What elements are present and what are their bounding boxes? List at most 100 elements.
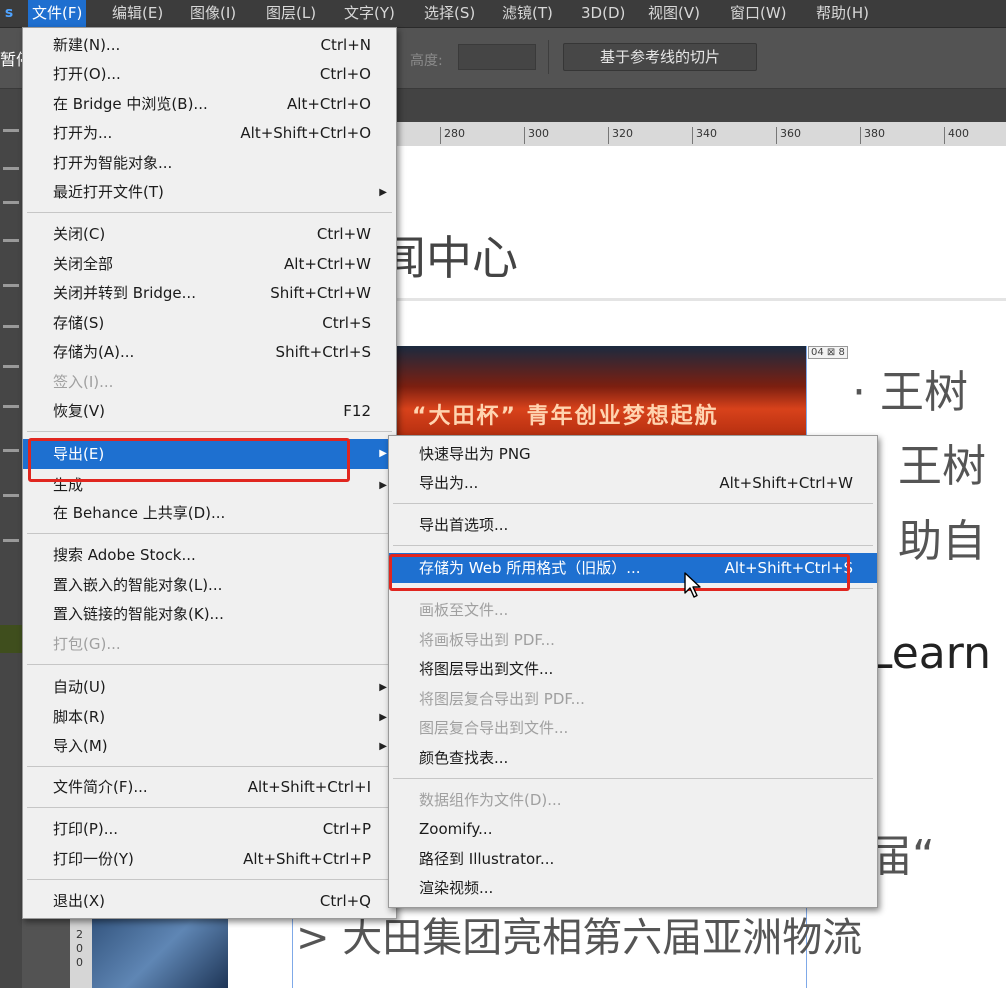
menu-item-layer-comps-to-pdf: 将图层复合导出到 PDF...	[389, 685, 877, 714]
canvas-text-line: Learn	[868, 628, 991, 679]
menu-item-label: 将图层导出到文件...	[419, 660, 554, 678]
menu-item-close[interactable]: 关闭(C) Ctrl+W	[23, 220, 396, 249]
menu-item-color-lookup-tables[interactable]: 颜色查找表...	[389, 744, 877, 773]
tool-icon[interactable]	[3, 539, 19, 542]
menu-item-exit[interactable]: 退出(X) Ctrl+Q	[23, 887, 396, 916]
menu-item-shortcut: Alt+Shift+Ctrl+P	[243, 850, 371, 868]
menu-item-label: 自动(U)	[53, 678, 106, 696]
menu-item-browse-bridge[interactable]: 在 Bridge 中浏览(B)... Alt+Ctrl+O	[23, 90, 396, 119]
menu-item-label: 置入链接的智能对象(K)...	[53, 605, 224, 623]
menu-item-label: 导出为...	[419, 474, 479, 492]
tool-icon[interactable]	[3, 405, 19, 408]
ruler-tick: 360	[776, 127, 801, 144]
menu-item-label: 在 Bridge 中浏览(B)...	[53, 95, 208, 113]
vruler-tick: 0	[76, 956, 83, 969]
menu-item-revert[interactable]: 恢复(V) F12	[23, 397, 396, 426]
canvas-text-line: 王树	[898, 441, 986, 492]
menu-item-automate[interactable]: 自动(U) ▶	[23, 673, 396, 702]
menu-item-export-as[interactable]: 导出为... Alt+Shift+Ctrl+W	[389, 469, 877, 498]
menu-edit[interactable]: 编辑(E)	[108, 0, 167, 27]
menu-separator	[27, 212, 392, 213]
menu-item-label: 新建(N)...	[53, 36, 121, 54]
menu-item-label: 在 Behance 上共享(D)...	[53, 504, 226, 522]
menu-item-close-go-bridge[interactable]: 关闭并转到 Bridge... Shift+Ctrl+W	[23, 279, 396, 308]
menu-item-place-linked[interactable]: 置入链接的智能对象(K)...	[23, 600, 396, 629]
menu-item-export-preferences[interactable]: 导出首选项...	[389, 511, 877, 540]
tool-icon[interactable]	[3, 239, 19, 242]
ruler-tick: 380	[860, 127, 885, 144]
height-input[interactable]	[458, 44, 536, 70]
menu-layer[interactable]: 图层(L)	[262, 0, 320, 27]
menu-item-label: 打印一份(Y)	[53, 850, 134, 868]
menu-item-file-info[interactable]: 文件简介(F)... Alt+Shift+Ctrl+I	[23, 773, 396, 802]
annotation-box-save-for-web	[389, 554, 850, 591]
menu-item-place-embedded[interactable]: 置入嵌入的智能对象(L)...	[23, 571, 396, 600]
menu-separator	[27, 431, 392, 432]
menu-item-save[interactable]: 存储(S) Ctrl+S	[23, 309, 396, 338]
photoshop-logo-icon: s	[4, 5, 14, 21]
tool-icon[interactable]	[3, 365, 19, 368]
menu-separator	[27, 533, 392, 534]
menu-item-layers-to-files[interactable]: 将图层导出到文件...	[389, 655, 877, 684]
menu-item-shortcut: Ctrl+Q	[319, 892, 371, 910]
slices-from-guides-button[interactable]: 基于参考线的切片	[563, 43, 757, 71]
menu-item-open-smart-object[interactable]: 打开为智能对象...	[23, 149, 396, 178]
menu-item-open-as[interactable]: 打开为... Alt+Shift+Ctrl+O	[23, 119, 396, 148]
menu-window[interactable]: 窗口(W)	[726, 0, 791, 27]
ruler-tick: 280	[440, 127, 465, 144]
menu-item-label: 路径到 Illustrator...	[419, 850, 555, 868]
menu-type[interactable]: 文字(Y)	[340, 0, 399, 27]
menu-item-share-behance[interactable]: 在 Behance 上共享(D)...	[23, 499, 396, 528]
menu-item-label: 将画板导出到 PDF...	[419, 631, 555, 649]
menu-item-label: 打开(O)...	[53, 65, 121, 83]
menu-help[interactable]: 帮助(H)	[812, 0, 873, 27]
menu-file[interactable]: 文件(F)	[28, 0, 87, 27]
menu-item-paths-to-illustrator[interactable]: 路径到 Illustrator...	[389, 845, 877, 874]
slice-badge: 04 ⊠ 8	[808, 346, 848, 359]
menu-item-close-all[interactable]: 关闭全部 Alt+Ctrl+W	[23, 250, 396, 279]
menu-item-label: 画板至文件...	[419, 601, 509, 619]
menu-item-shortcut: Ctrl+P	[322, 820, 371, 838]
tool-icon[interactable]	[3, 167, 19, 170]
menu-item-render-video[interactable]: 渲染视频...	[389, 874, 877, 903]
menu-bar: s 文件(F) 编辑(E) 图像(I) 图层(L) 文字(Y) 选择(S) 滤镜…	[0, 0, 1006, 28]
menu-item-quick-export-png[interactable]: 快速导出为 PNG	[389, 440, 877, 469]
menu-item-new[interactable]: 新建(N)... Ctrl+N	[23, 31, 396, 60]
tool-icon[interactable]	[3, 325, 19, 328]
menu-view[interactable]: 视图(V)	[644, 0, 704, 27]
menu-separator	[27, 807, 392, 808]
tool-icon[interactable]	[3, 129, 19, 132]
menu-item-scripts[interactable]: 脚本(R) ▶	[23, 703, 396, 732]
menu-item-save-as[interactable]: 存储为(A)... Shift+Ctrl+S	[23, 338, 396, 367]
menu-item-import[interactable]: 导入(M) ▶	[23, 732, 396, 761]
canvas-divider	[396, 298, 1006, 301]
menu-item-label: 快速导出为 PNG	[419, 445, 531, 463]
menu-item-label: 退出(X)	[53, 892, 105, 910]
tool-icon[interactable]	[3, 284, 19, 287]
tool-icon[interactable]	[3, 494, 19, 497]
menu-item-open[interactable]: 打开(O)... Ctrl+O	[23, 60, 396, 89]
menu-image[interactable]: 图像(I)	[186, 0, 240, 27]
annotation-box-export	[28, 438, 350, 482]
menu-item-label: 最近打开文件(T)	[53, 183, 164, 201]
menu-item-shortcut: Alt+Ctrl+W	[284, 255, 371, 273]
menu-item-shortcut: Ctrl+N	[320, 36, 371, 54]
menu-item-label: 关闭并转到 Bridge...	[53, 284, 196, 302]
tool-icon[interactable]	[3, 449, 19, 452]
menu-item-label: 颜色查找表...	[419, 749, 509, 767]
menu-3d[interactable]: 3D(D)	[577, 0, 629, 27]
menu-item-print[interactable]: 打印(P)... Ctrl+P	[23, 815, 396, 844]
menu-select[interactable]: 选择(S)	[420, 0, 479, 27]
mouse-cursor-icon	[684, 572, 701, 598]
menu-filter[interactable]: 滤镜(T)	[498, 0, 557, 27]
menu-item-zoomify[interactable]: Zoomify...	[389, 815, 877, 844]
canvas-text-line: 助自	[898, 516, 986, 567]
tool-icon[interactable]	[3, 201, 19, 204]
menu-item-recent-files[interactable]: 最近打开文件(T) ▶	[23, 178, 396, 207]
menu-item-print-one-copy[interactable]: 打印一份(Y) Alt+Shift+Ctrl+P	[23, 845, 396, 874]
menu-item-search-stock[interactable]: 搜索 Adobe Stock...	[23, 541, 396, 570]
menu-item-label: 置入嵌入的智能对象(L)...	[53, 576, 223, 594]
menu-item-label: 关闭(C)	[53, 225, 106, 243]
color-swatch[interactable]	[0, 625, 22, 653]
tools-panel	[0, 89, 22, 988]
